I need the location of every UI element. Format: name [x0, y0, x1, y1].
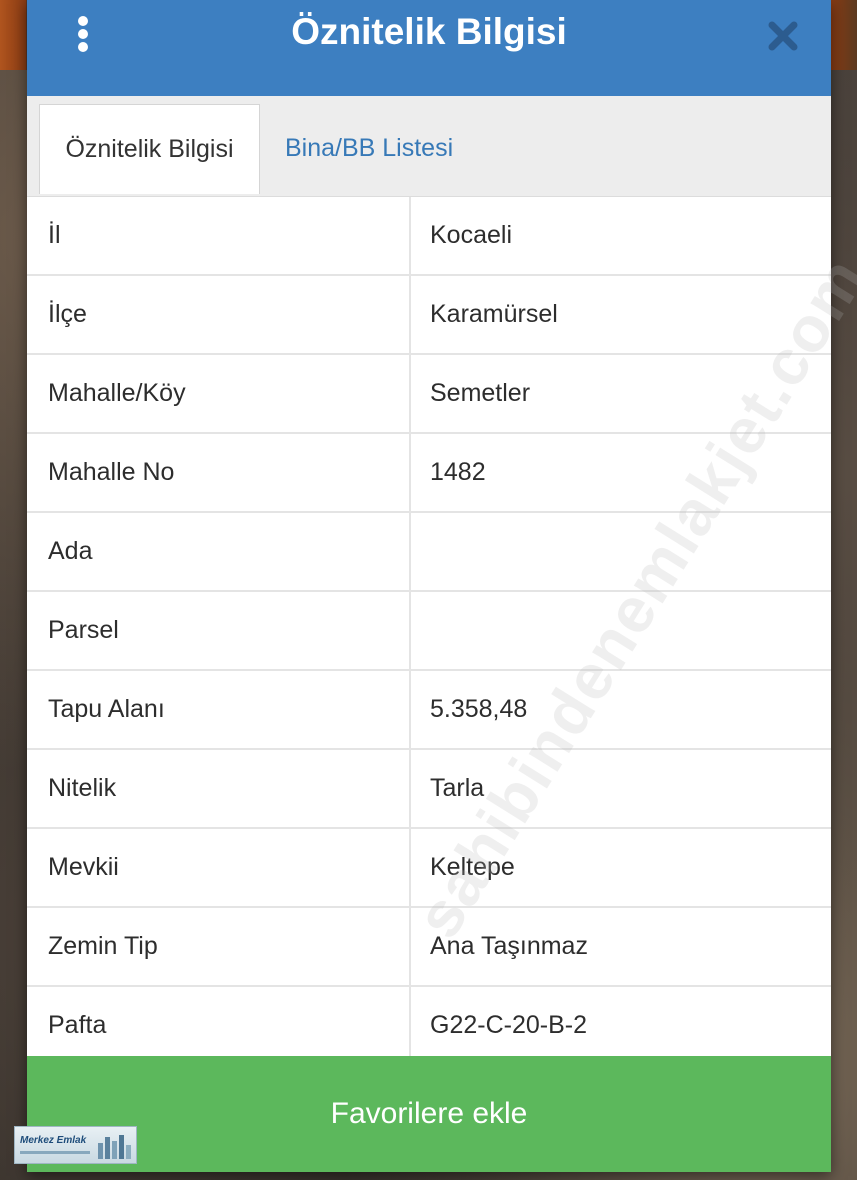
attribute-value: Semetler	[430, 379, 531, 407]
attribute-key: Nitelik	[48, 774, 117, 802]
attribute-value: G22-C-20-B-2	[430, 1011, 587, 1039]
table-row: Mahalle/Köy Semetler	[27, 355, 831, 434]
column-divider	[409, 750, 411, 827]
attribute-key: Zemin Tip	[48, 932, 158, 960]
dialog-title: Öznitelik Bilgisi	[291, 11, 567, 52]
tab-building-list[interactable]: Bina/BB Listesi	[263, 104, 475, 193]
building-icon	[98, 1135, 131, 1159]
table-row: Pafta G22-C-20-B-2	[27, 987, 831, 1066]
column-divider	[409, 829, 411, 906]
table-row: Mevkii Keltepe	[27, 829, 831, 908]
column-divider	[409, 197, 411, 274]
tab-attribute-info[interactable]: Öznitelik Bilgisi	[39, 104, 260, 194]
attribute-key: Pafta	[48, 1011, 107, 1039]
tabs-bar: Öznitelik Bilgisi Bina/BB Listesi	[27, 96, 831, 197]
logo-underline	[20, 1151, 90, 1154]
add-to-favorites-button[interactable]: Favorilere ekle	[27, 1056, 831, 1172]
column-divider	[409, 987, 411, 1064]
table-row: Tapu Alanı 5.358,48	[27, 671, 831, 750]
attribute-value	[430, 592, 810, 669]
attribute-table: İl Kocaeli İlçe Karamürsel Mahalle/Köy S…	[27, 197, 831, 1066]
column-divider	[409, 908, 411, 985]
column-divider	[409, 276, 411, 353]
attribute-value: Tarla	[430, 774, 485, 802]
table-row: İl Kocaeli	[27, 197, 831, 276]
attribute-value: Keltepe	[430, 853, 515, 881]
table-row: Ada	[27, 513, 831, 592]
table-row: Mahalle No 1482	[27, 434, 831, 513]
merkez-emlak-logo: Merkez Emlak	[14, 1126, 137, 1164]
column-divider	[409, 513, 411, 590]
attribute-key: İlçe	[48, 300, 87, 328]
table-row: Zemin Tip Ana Taşınmaz	[27, 908, 831, 987]
table-row: Nitelik Tarla	[27, 750, 831, 829]
column-divider	[409, 434, 411, 511]
dialog-header: Öznitelik Bilgisi	[27, 0, 831, 96]
attribute-value	[430, 513, 810, 590]
attribute-key: Mahalle/Köy	[48, 379, 186, 407]
attribute-key: Mahalle No	[48, 458, 175, 486]
table-row: İlçe Karamürsel	[27, 276, 831, 355]
close-icon[interactable]	[767, 20, 799, 52]
attribute-key: Mevkii	[48, 853, 119, 881]
attribute-key: İl	[48, 221, 61, 249]
attribute-value: 5.358,48	[430, 695, 528, 723]
attribute-value: Karamürsel	[430, 300, 558, 328]
column-divider	[409, 592, 411, 669]
attribute-key: Tapu Alanı	[48, 695, 165, 723]
column-divider	[409, 671, 411, 748]
attribute-key: Ada	[48, 537, 93, 565]
attribute-value: Kocaeli	[430, 221, 512, 249]
column-divider	[409, 355, 411, 432]
attribute-value: 1482	[430, 458, 486, 486]
attribute-dialog: Öznitelik Bilgisi Öznitelik Bilgisi Bina…	[27, 0, 857, 1172]
logo-text: Merkez Emlak	[20, 1135, 87, 1146]
attribute-key: Parsel	[48, 616, 119, 644]
attribute-value: Ana Taşınmaz	[430, 932, 588, 960]
table-row: Parsel	[27, 592, 831, 671]
